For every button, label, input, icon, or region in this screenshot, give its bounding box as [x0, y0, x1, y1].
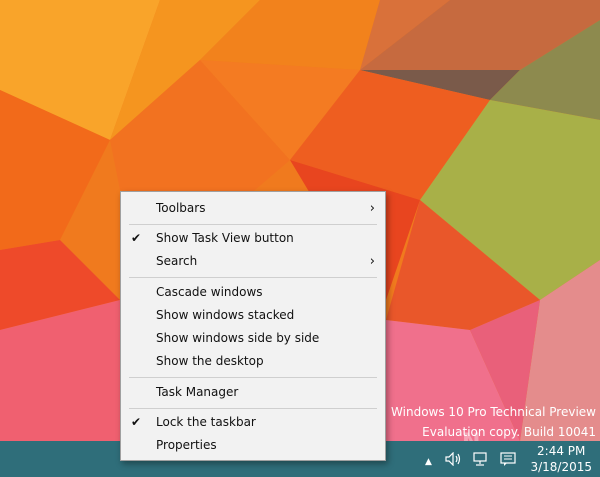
network-icon[interactable]	[472, 452, 488, 469]
menu-item-properties[interactable]: Properties	[121, 434, 385, 457]
menu-item-toolbars[interactable]: Toolbars ›	[121, 197, 385, 220]
menu-item-show-windows-stacked[interactable]: Show windows stacked	[121, 304, 385, 327]
menu-item-label: Show the desktop	[156, 354, 264, 368]
menu-item-search[interactable]: Search ›	[121, 250, 385, 273]
menu-item-label: Show windows side by side	[156, 331, 320, 345]
menu-item-label: Lock the taskbar	[156, 415, 256, 429]
taskbar-clock[interactable]: 2:44 PM 3/18/2015	[530, 443, 592, 475]
chevron-right-icon: ›	[369, 254, 375, 269]
taskbar-context-menu: Toolbars › ✔ Show Task View button Searc…	[120, 191, 386, 461]
menu-item-show-windows-side-by-side[interactable]: Show windows side by side	[121, 327, 385, 350]
menu-item-label: Show Task View button	[156, 231, 294, 245]
action-center-icon[interactable]	[500, 452, 516, 469]
menu-separator	[129, 408, 377, 409]
menu-item-show-the-desktop[interactable]: Show the desktop	[121, 350, 385, 373]
chevron-up-icon[interactable]: ▲	[425, 455, 432, 469]
menu-separator	[129, 224, 377, 225]
menu-item-label: Show windows stacked	[156, 308, 295, 322]
menu-item-label: Task Manager	[156, 385, 239, 399]
chevron-right-icon: ›	[369, 201, 375, 216]
menu-item-label: Search	[156, 254, 198, 268]
menu-item-cascade-windows[interactable]: Cascade windows	[121, 281, 385, 304]
watermark-line-2: Evaluation copy. Build 10041	[422, 425, 596, 439]
watermark-line-1: Windows 10 Pro Technical Preview	[391, 405, 596, 419]
menu-item-task-manager[interactable]: Task Manager	[121, 381, 385, 404]
clock-date: 3/18/2015	[530, 460, 592, 474]
checkmark-icon: ✔	[131, 415, 142, 429]
menu-item-show-task-view-button[interactable]: ✔ Show Task View button	[121, 227, 385, 250]
menu-item-lock-the-taskbar[interactable]: ✔ Lock the taskbar	[121, 411, 385, 434]
menu-item-label: Properties	[156, 438, 217, 452]
menu-separator	[129, 277, 377, 278]
checkmark-icon: ✔	[131, 231, 142, 245]
menu-item-label: Toolbars	[156, 201, 206, 215]
menu-separator	[129, 377, 377, 378]
menu-item-label: Cascade windows	[156, 285, 263, 299]
clock-time: 2:44 PM	[537, 444, 586, 458]
volume-icon[interactable]	[445, 451, 463, 469]
